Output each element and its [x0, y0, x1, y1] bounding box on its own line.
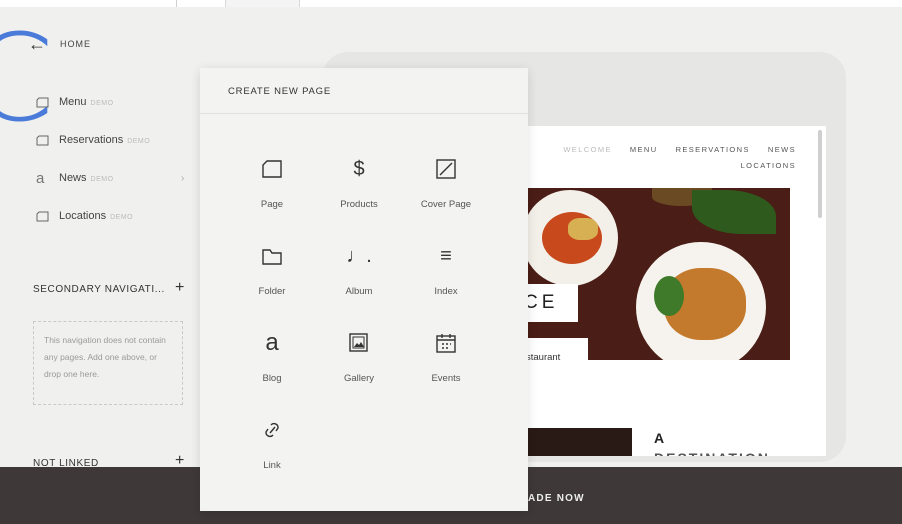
preview-nav-reservations[interactable]: RESERVATIONS — [676, 142, 750, 158]
tile-label: Blog — [262, 373, 282, 384]
tile-label: Products — [340, 199, 378, 210]
sidebar-item-menu[interactable]: Menu DEMO — [36, 96, 114, 108]
tile-label: Index — [434, 286, 458, 297]
tile-gallery[interactable]: Gallery — [314, 332, 404, 386]
tile-cover-page[interactable]: Cover Page — [401, 158, 491, 212]
tile-page[interactable]: Page — [227, 158, 317, 212]
preview-nav-locations[interactable]: LOCATIONS — [741, 158, 796, 174]
tile-link[interactable]: Link — [227, 419, 317, 473]
top-strip-tab[interactable] — [225, 0, 300, 7]
sidebar-item-label: News — [59, 172, 87, 184]
secondary-empty-dropzone[interactable]: This navigation does not contain any pag… — [33, 321, 183, 405]
secondary-nav-title: SECONDARY NAVIGATI... — [33, 284, 165, 295]
tile-label: Album — [345, 286, 373, 297]
demo-badge: DEMO — [127, 138, 151, 145]
tile-label: Folder — [258, 286, 286, 297]
index-lines-icon: ≡ — [440, 245, 452, 267]
sidebar-item-label: Menu — [59, 96, 87, 108]
cover-page-icon — [436, 159, 456, 179]
demo-badge: DEMO — [90, 176, 114, 183]
dollar-icon: $ — [353, 158, 365, 180]
preview-nav-welcome[interactable]: WELCOME — [563, 142, 612, 158]
cta-button[interactable]: ADE NOW — [528, 493, 585, 504]
sidebar-item-locations[interactable]: Locations DEMO — [36, 210, 133, 222]
add-not-linked-plus-icon[interactable]: + — [175, 452, 184, 470]
folder-icon — [262, 249, 282, 265]
tile-label: Gallery — [343, 373, 375, 384]
arrow-left-icon: ← — [28, 34, 46, 54]
food-plate-image-2 — [636, 242, 766, 360]
not-linked-title: NOT LINKED — [33, 458, 99, 469]
gallery-icon — [349, 333, 368, 352]
tile-events[interactable]: Events — [401, 332, 491, 386]
sidebar-item-label: Reservations — [59, 134, 124, 146]
tile-folder[interactable]: Folder — [227, 245, 317, 299]
demo-badge: DEMO — [110, 214, 134, 221]
hero-subtitle: staurant — [518, 338, 588, 360]
sidebar-item-news[interactable]: a News DEMO › — [36, 169, 184, 187]
food-plate-image — [522, 190, 618, 286]
demo-badge: DEMO — [90, 100, 114, 107]
hero-image: CE staurant — [518, 188, 790, 360]
tile-album[interactable]: ♩. Album — [314, 245, 404, 299]
link-icon — [265, 422, 279, 438]
page-icon — [36, 135, 49, 145]
music-note-icon: ♩. — [346, 245, 372, 267]
create-page-popover: CREATE NEW PAGE Page $ Products Cover Pa… — [200, 68, 528, 511]
site-preview[interactable]: WELCOME MENU RESERVATIONS NEWS LOCATIONS… — [518, 126, 826, 456]
tile-label: Cover Page — [420, 199, 472, 210]
add-secondary-plus-icon[interactable]: + — [175, 279, 184, 297]
top-strip — [0, 0, 902, 7]
popover-title: CREATE NEW PAGE — [200, 68, 528, 114]
page-icon — [36, 97, 49, 107]
back-home-link[interactable]: ← HOME — [28, 35, 91, 53]
tile-index[interactable]: ≡ Index — [401, 245, 491, 299]
blog-icon: a — [36, 169, 45, 187]
section-headline: A DESTINATION — [654, 430, 768, 456]
preview-scrollbar[interactable] — [818, 130, 822, 218]
preview-nav: WELCOME MENU RESERVATIONS NEWS LOCATIONS — [563, 142, 796, 174]
page-icon — [36, 211, 49, 221]
tile-label: Page — [260, 199, 284, 210]
preview-nav-news[interactable]: NEWS — [768, 142, 796, 158]
preview-nav-menu[interactable]: MENU — [630, 142, 658, 158]
top-strip-divider — [176, 0, 177, 7]
chevron-right-icon[interactable]: › — [181, 173, 184, 184]
tile-label: Link — [263, 460, 281, 471]
sidebar: ← HOME Menu DEMO Reservations DEMO a News D… — [0, 7, 200, 470]
sidebar-item-reservations[interactable]: Reservations DEMO — [36, 134, 150, 146]
page-icon — [262, 160, 282, 178]
section-image — [518, 428, 632, 456]
back-home-label: HOME — [60, 39, 91, 49]
tile-blog[interactable]: a Blog — [227, 329, 317, 386]
tile-products[interactable]: $ Products — [314, 158, 404, 212]
calendar-icon — [436, 334, 456, 353]
sidebar-item-label: Locations — [59, 210, 107, 222]
tile-label: Events — [431, 373, 461, 384]
leaf-image — [692, 190, 776, 234]
blog-icon: a — [265, 329, 279, 356]
